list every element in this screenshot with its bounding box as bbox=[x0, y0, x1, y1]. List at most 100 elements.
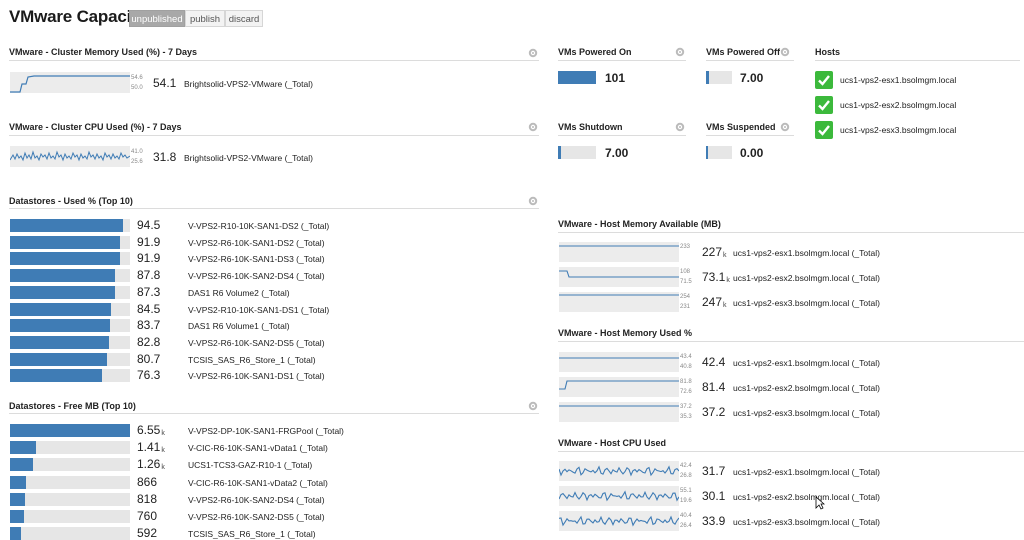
host-metric-number: 31.7 bbox=[702, 464, 726, 478]
datastore-free-fill bbox=[10, 510, 24, 523]
host-cpu-sparkline bbox=[559, 461, 679, 481]
host-mem-avail-sparkline bbox=[559, 292, 679, 312]
gear-icon[interactable] bbox=[528, 401, 538, 411]
sparkline-max: 81.8 bbox=[680, 379, 692, 385]
cluster-memory-value: 54.1 bbox=[153, 76, 177, 90]
gear-icon[interactable] bbox=[780, 47, 790, 57]
tile-shutdown-fill bbox=[558, 146, 561, 159]
gear-icon[interactable] bbox=[780, 122, 790, 132]
host-name[interactable]: ucs1-vps2-esx1.bsolmgm.local bbox=[840, 75, 956, 85]
datastore-used-label: V-VPS2-R6-10K-SAN2-DS4 (_Total) bbox=[188, 271, 325, 282]
tile-shutdown-value: 7.00 bbox=[605, 146, 629, 160]
host-cpu-title: VMware - Host CPU Used bbox=[558, 438, 667, 448]
host-metric-label: ucs1-vps2-esx1.bsolmgm.local (_Total) bbox=[733, 248, 880, 258]
sparkline-max: 42.4 bbox=[680, 463, 692, 469]
host-metric-label: ucs1-vps2-esx1.bsolmgm.local (_Total) bbox=[733, 358, 880, 368]
divider bbox=[815, 60, 1020, 61]
datastore-used-bar bbox=[10, 335, 130, 349]
tile-powered-off-title: VMs Powered Off bbox=[706, 47, 781, 57]
host-metric-label: ucs1-vps2-esx2.bsolmgm.local (_Total) bbox=[733, 273, 880, 283]
checkmark-icon bbox=[815, 121, 833, 139]
unpublished-button[interactable]: unpublished bbox=[129, 10, 185, 27]
host-metric-unit: k bbox=[726, 277, 730, 284]
sparkline-min: 231 bbox=[680, 304, 691, 310]
host-name[interactable]: ucs1-vps2-esx3.bsolmgm.local bbox=[840, 125, 956, 135]
datastore-free-label: UCS1-TCS3-GAZ-R10-1 (_Total) bbox=[188, 460, 313, 471]
host-metric-value: 30.1 bbox=[702, 489, 725, 503]
host-metric-number: 30.1 bbox=[702, 489, 726, 503]
tile-suspended-value: 0.00 bbox=[740, 146, 764, 160]
cluster-cpu-value: 31.8 bbox=[153, 150, 177, 164]
sparkline-min: 26.4 bbox=[680, 523, 692, 529]
sparkline-max: 43.4 bbox=[680, 354, 692, 360]
datastore-used-value: 91.9 bbox=[137, 251, 161, 266]
divider bbox=[9, 135, 539, 136]
datastore-free-bar bbox=[10, 492, 130, 506]
cluster-memory-min: 50.0 bbox=[131, 85, 143, 91]
datastore-used-fill bbox=[10, 285, 115, 299]
sparkline-max: 254 bbox=[680, 294, 691, 300]
host-metric-value: 81.4 bbox=[702, 380, 725, 394]
datastore-free-number: 1.26 bbox=[137, 457, 161, 472]
datastore-free-value: 818 bbox=[137, 492, 158, 506]
gear-icon[interactable] bbox=[528, 196, 538, 206]
host-metric-label: ucs1-vps2-esx2.bsolmgm.local (_Total) bbox=[733, 383, 880, 393]
datastore-free-label: V-CIC-R6-10K-SAN1-vData2 (_Total) bbox=[188, 477, 328, 488]
datastore-used-bar bbox=[10, 235, 130, 249]
datastore-free-number: 592 bbox=[137, 526, 158, 540]
datastore-free-value: 592 bbox=[137, 526, 158, 540]
datastore-free-bar bbox=[10, 510, 130, 523]
datastore-free-number: 760 bbox=[137, 509, 158, 523]
cluster-memory-title: VMware - Cluster Memory Used (%) - 7 Day… bbox=[9, 47, 198, 57]
cluster-cpu-min: 25.6 bbox=[131, 159, 143, 165]
datastore-free-fill bbox=[10, 441, 36, 455]
divider bbox=[706, 60, 794, 61]
host-name[interactable]: ucs1-vps2-esx2.bsolmgm.local bbox=[840, 100, 956, 110]
datastore-free-value: 1.26k bbox=[137, 457, 165, 471]
datastore-free-bar bbox=[10, 475, 130, 489]
datastore-free-number: 866 bbox=[137, 474, 158, 489]
datastore-used-fill bbox=[10, 319, 111, 333]
host-metric-unit: k bbox=[723, 302, 727, 309]
datastore-free-unit: k bbox=[161, 447, 165, 455]
divider bbox=[9, 60, 539, 61]
sparkline-min: 19.6 bbox=[680, 498, 692, 504]
host-metric-value: 73.1k bbox=[702, 270, 730, 284]
datastore-used-value: 80.7 bbox=[137, 351, 161, 366]
datastore-free-value: 6.55k bbox=[137, 423, 165, 437]
host-metric-label: ucs1-vps2-esx2.bsolmgm.local (_Total) bbox=[733, 492, 880, 502]
host-metric-number: 42.4 bbox=[702, 355, 726, 369]
datastore-free-label: V-VPS2-R6-10K-SAN2-DS4 (_Total) bbox=[188, 494, 325, 505]
tile-powered-off-fill bbox=[706, 71, 709, 84]
discard-button[interactable]: discard bbox=[225, 10, 263, 27]
gear-icon[interactable] bbox=[675, 47, 685, 57]
publish-button[interactable]: publish bbox=[185, 10, 225, 27]
host-metric-value: 42.4 bbox=[702, 355, 725, 369]
datastore-free-label: V-VPS2-R6-10K-SAN2-DS5 (_Total) bbox=[188, 512, 325, 522]
datastore-free-number: 818 bbox=[137, 491, 158, 506]
host-metric-value: 33.9 bbox=[702, 514, 725, 528]
mouse-cursor-icon bbox=[815, 496, 825, 510]
host-mem-used-sparkline bbox=[559, 402, 679, 422]
tile-shutdown-bar bbox=[558, 146, 596, 159]
datastore-used-label: V-VPS2-R6-10K-SAN1-DS2 (_Total) bbox=[188, 237, 325, 248]
host-metric-value: 31.7 bbox=[702, 464, 725, 478]
datastore-free-fill bbox=[10, 475, 26, 489]
datastore-used-label: DAS1 R6 Volume2 (_Total) bbox=[188, 287, 290, 298]
tile-suspended-title: VMs Suspended bbox=[706, 122, 776, 132]
tile-suspended-bar bbox=[706, 146, 732, 159]
datastore-used-bar bbox=[10, 252, 130, 266]
sparkline-max: 233 bbox=[680, 244, 691, 250]
datastore-used-bar bbox=[10, 285, 130, 299]
gear-icon[interactable] bbox=[528, 122, 538, 132]
gear-icon[interactable] bbox=[675, 122, 685, 132]
tile-powered-on-bar bbox=[558, 71, 596, 84]
datastore-free-bar bbox=[10, 424, 130, 437]
datastore-free-number: 1.41 bbox=[137, 440, 161, 455]
host-metric-number: 37.2 bbox=[702, 405, 726, 419]
page-title: VMware Capacity bbox=[9, 7, 146, 26]
sparkline-min: 26.8 bbox=[680, 473, 692, 479]
host-mem-used-sparkline bbox=[559, 377, 679, 397]
gear-icon[interactable] bbox=[528, 48, 538, 58]
host-metric-number: 33.9 bbox=[702, 514, 726, 528]
